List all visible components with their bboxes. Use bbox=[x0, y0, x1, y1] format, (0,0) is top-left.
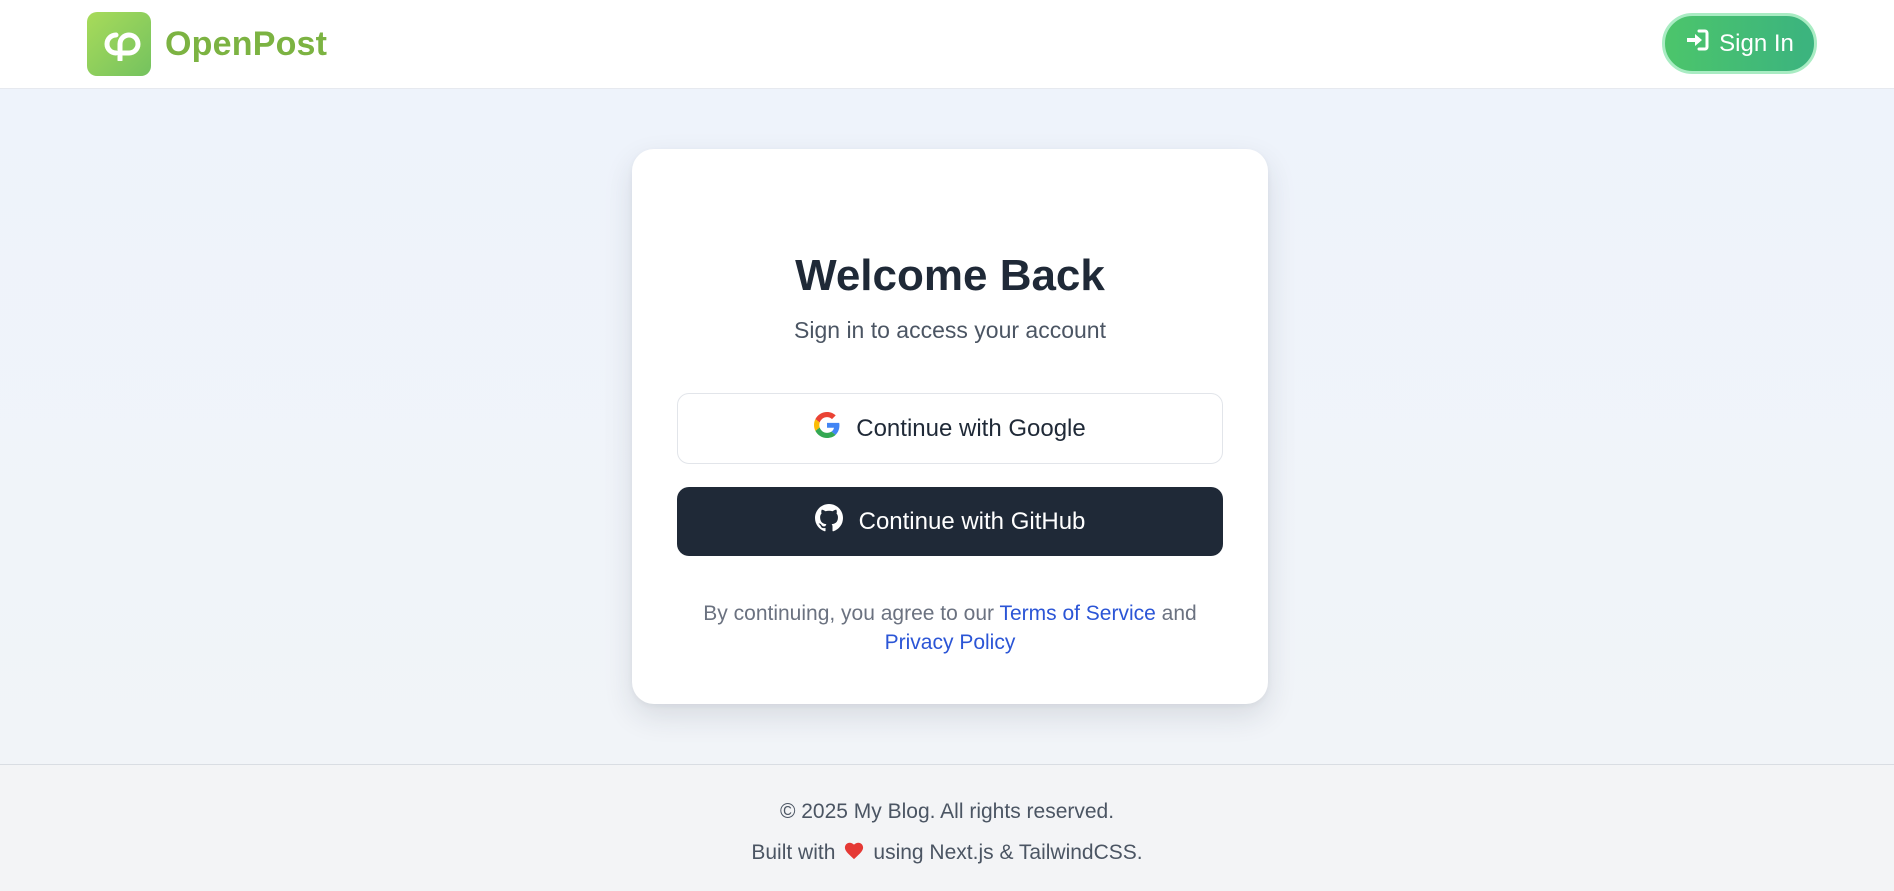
login-card: Welcome Back Sign in to access your acco… bbox=[632, 149, 1268, 704]
page-title: Welcome Back bbox=[795, 251, 1105, 300]
heart-icon bbox=[843, 840, 865, 866]
continue-with-google-button[interactable]: Continue with Google bbox=[677, 393, 1223, 464]
header-sign-in-button[interactable]: Sign In bbox=[1662, 13, 1817, 74]
openpost-logo-icon bbox=[87, 12, 151, 76]
footer-built-with: Built with using Next.js & TailwindCSS. bbox=[0, 840, 1894, 866]
privacy-policy-link[interactable]: Privacy Policy bbox=[885, 631, 1016, 654]
legal-and: and bbox=[1155, 602, 1197, 625]
sign-in-icon bbox=[1685, 29, 1709, 58]
footer: © 2025 My Blog. All rights reserved. Bui… bbox=[0, 764, 1894, 891]
brand-name: OpenPost bbox=[165, 24, 328, 63]
terms-of-service-link[interactable]: Terms of Service bbox=[999, 602, 1155, 625]
google-button-label: Continue with Google bbox=[856, 414, 1086, 442]
sign-in-label: Sign In bbox=[1719, 29, 1794, 57]
built-with-prefix: Built with bbox=[751, 841, 836, 864]
github-icon bbox=[814, 504, 843, 539]
legal-notice: By continuing, you agree to our Terms of… bbox=[632, 599, 1268, 657]
legal-prefix: By continuing, you agree to our bbox=[703, 602, 1000, 625]
page-subtitle: Sign in to access your account bbox=[794, 317, 1106, 343]
continue-with-github-button[interactable]: Continue with GitHub bbox=[677, 487, 1223, 556]
built-with-suffix: using Next.js & TailwindCSS. bbox=[873, 841, 1143, 864]
google-icon bbox=[814, 412, 840, 445]
footer-copyright: © 2025 My Blog. All rights reserved. bbox=[779, 800, 1115, 823]
brand-logo-link[interactable]: OpenPost bbox=[87, 12, 327, 76]
github-button-label: Continue with GitHub bbox=[858, 507, 1086, 535]
top-navbar: OpenPost Sign In bbox=[0, 0, 1894, 89]
